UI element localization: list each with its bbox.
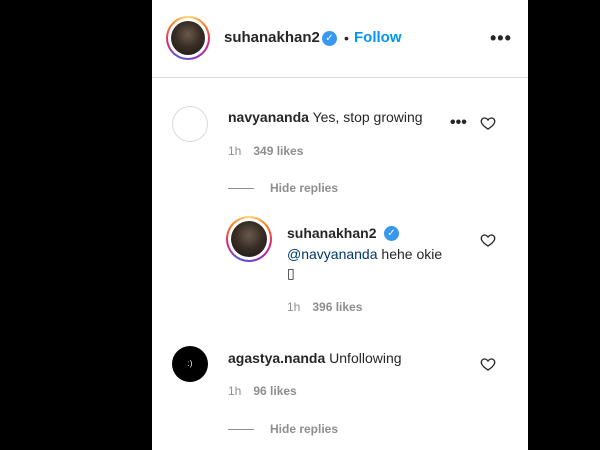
reply-body: @navyananda hehe okie bbox=[287, 246, 442, 262]
comment-meta: 1h 96 likes bbox=[228, 384, 297, 398]
reply-author-photo bbox=[231, 221, 267, 257]
hide-replies-label: Hide replies bbox=[270, 181, 339, 195]
follow-button[interactable]: Follow bbox=[354, 29, 402, 46]
heart-outline-icon[interactable] bbox=[480, 356, 496, 372]
hide-replies-button[interactable]: Hide replies bbox=[228, 181, 338, 195]
reply-author-avatar[interactable] bbox=[226, 216, 272, 262]
comment-meta: 1h 349 likes bbox=[228, 144, 303, 158]
author-avatar[interactable] bbox=[166, 16, 210, 60]
comment-body: navyananda Yes, stop growing bbox=[228, 109, 423, 125]
heart-outline-icon[interactable] bbox=[480, 232, 496, 248]
reply-emoji: ▯ bbox=[287, 265, 295, 281]
hide-replies-button[interactable]: Hide replies bbox=[228, 422, 338, 436]
replies-divider bbox=[228, 429, 254, 431]
hide-replies-label: Hide replies bbox=[270, 422, 339, 436]
comment-time[interactable]: 1h bbox=[228, 384, 241, 398]
post-comments-panel: suhanakhan2 ✓ • Follow ••• navyananda Ye… bbox=[152, 0, 528, 450]
comment-text: Unfollowing bbox=[329, 350, 402, 366]
comment-likes[interactable]: 96 likes bbox=[253, 384, 296, 398]
reply-text: hehe okie bbox=[377, 246, 443, 262]
author-photo bbox=[171, 21, 205, 55]
reply-likes[interactable]: 396 likes bbox=[312, 300, 362, 314]
commenter-avatar[interactable] bbox=[172, 106, 208, 142]
comment-username[interactable]: navyananda bbox=[228, 109, 309, 125]
comment-time[interactable]: 1h bbox=[228, 144, 241, 158]
post-header: suhanakhan2 ✓ • Follow ••• bbox=[152, 0, 528, 78]
more-options-icon[interactable]: ••• bbox=[490, 28, 512, 49]
reply-time[interactable]: 1h bbox=[287, 300, 300, 314]
reply-username[interactable]: suhanakhan2 bbox=[287, 225, 376, 241]
reply-mention[interactable]: @navyananda bbox=[287, 246, 378, 262]
reply-meta: 1h 396 likes bbox=[287, 300, 362, 314]
author-username[interactable]: suhanakhan2 bbox=[224, 29, 320, 46]
comment-body: agastya.nanda Unfollowing bbox=[228, 350, 402, 366]
heart-outline-icon[interactable] bbox=[480, 115, 496, 131]
comment-options-icon[interactable]: ••• bbox=[450, 114, 467, 132]
verified-badge-icon: ✓ bbox=[384, 226, 399, 241]
comment-username[interactable]: agastya.nanda bbox=[228, 350, 325, 366]
comment-text: Yes, stop growing bbox=[312, 109, 423, 125]
header-separator: • bbox=[344, 30, 349, 46]
commenter-avatar[interactable]: :) bbox=[172, 346, 208, 382]
replies-divider bbox=[228, 188, 254, 190]
comment-likes[interactable]: 349 likes bbox=[253, 144, 303, 158]
verified-badge-icon: ✓ bbox=[322, 31, 337, 46]
